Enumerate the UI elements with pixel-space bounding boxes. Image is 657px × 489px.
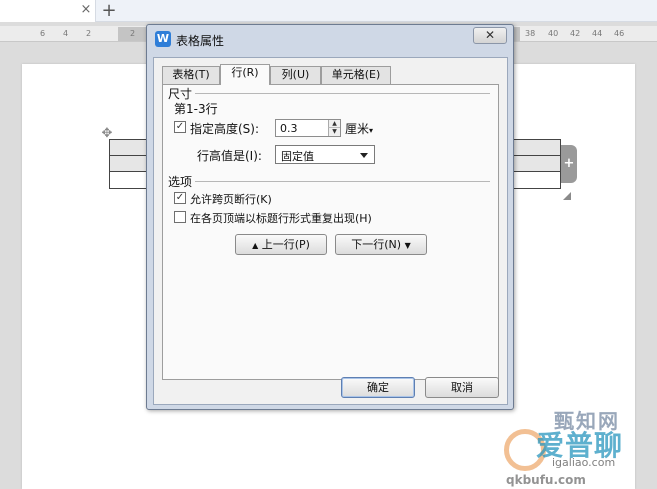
height-rule-select[interactable]: 固定值 [275, 145, 375, 164]
row-tab-panel: 尺寸 第1-3行 ✓ 指定高度(S): 0.3 ▲ ▼ 厘米▾ 行高值是(I):… [162, 84, 499, 380]
height-unit-label: 厘米 [345, 122, 370, 136]
ruler-mark: 42 [570, 29, 581, 38]
spin-down-icon[interactable]: ▼ [328, 128, 340, 136]
spin-up-icon[interactable]: ▲ [328, 120, 340, 128]
wps-logo-icon: W [155, 31, 171, 47]
watermark-url: igaliao.com [552, 456, 616, 469]
add-row-icon[interactable]: + [561, 145, 577, 183]
tab-column[interactable]: 列(U) [270, 66, 321, 84]
dialog-titlebar[interactable]: W 表格属性 ✕ [147, 25, 513, 53]
arrow-up-icon: ▲ [252, 241, 259, 250]
next-row-button[interactable]: 下一行(N) ▼ [335, 234, 427, 255]
ruler-mark: 44 [592, 29, 603, 38]
tab-row[interactable]: 行(R) [220, 64, 270, 85]
group-divider [195, 181, 490, 182]
group-divider [195, 93, 490, 94]
browser-tab[interactable]: × [0, 0, 96, 22]
table-resize-icon[interactable] [563, 192, 571, 200]
chevron-down-icon [360, 153, 368, 158]
watermark-url2: qkbufu.com [506, 473, 586, 487]
next-row-label: 下一行(N) [351, 238, 402, 251]
table-row[interactable] [514, 140, 560, 156]
rows-range-label: 第1-3行 [174, 102, 218, 116]
allow-break-label: 允许跨页断行(K) [190, 193, 272, 206]
repeat-header-checkbox[interactable] [174, 211, 186, 223]
height-rule-label: 行高值是(I): [197, 149, 262, 163]
previous-row-button[interactable]: ▲ 上一行(P) [235, 234, 327, 255]
specify-height-label: 指定高度(S): [190, 122, 260, 136]
arrow-down-icon: ▼ [404, 241, 411, 250]
ruler-mark: 6 [40, 29, 46, 38]
height-unit-dropdown[interactable]: 厘米▾ [345, 120, 373, 137]
specify-height-checkbox[interactable]: ✓ [174, 121, 186, 133]
ok-button[interactable]: 确定 [341, 377, 415, 398]
ruler-mark: 2 [130, 29, 136, 38]
new-tab-icon[interactable]: + [100, 0, 118, 22]
allow-break-checkbox[interactable]: ✓ [174, 192, 186, 204]
tab-close-icon[interactable]: × [79, 2, 93, 18]
chevron-down-icon: ▾ [369, 126, 374, 135]
browser-tab-strip: × + [0, 0, 657, 22]
table-row[interactable] [514, 172, 560, 188]
dialog-body: 表格(T) 行(R) 列(U) 单元格(E) 尺寸 第1-3行 ✓ 指定高度(S… [153, 57, 508, 405]
ruler-mark: 4 [63, 29, 69, 38]
options-group-title: 选项 [168, 175, 193, 189]
repeat-header-label: 在各页顶端以标题行形式重复出现(H) [190, 212, 372, 225]
ruler-mark: 40 [548, 29, 559, 38]
table-properties-dialog: W 表格属性 ✕ 表格(T) 行(R) 列(U) 单元格(E) 尺寸 第1-3行… [146, 24, 514, 410]
tab-table[interactable]: 表格(T) [162, 66, 220, 84]
previous-row-label: 上一行(P) [261, 238, 310, 251]
cancel-button[interactable]: 取消 [425, 377, 499, 398]
close-button[interactable]: ✕ [473, 27, 507, 44]
table-right-fragment[interactable] [513, 139, 561, 189]
row-height-value: 0.3 [280, 122, 298, 135]
ruler-mark: 46 [614, 29, 625, 38]
table-row[interactable] [514, 156, 560, 172]
tab-cell[interactable]: 单元格(E) [321, 66, 391, 84]
row-height-input[interactable]: 0.3 ▲ ▼ [275, 119, 341, 137]
site-watermark: 甄知网 爱普聊 igaliao.com qkbufu.com [496, 402, 657, 489]
ruler-mark: 38 [525, 29, 536, 38]
ruler-mark: 2 [86, 29, 92, 38]
dialog-title: 表格属性 [176, 34, 225, 48]
height-rule-value: 固定值 [281, 150, 314, 163]
